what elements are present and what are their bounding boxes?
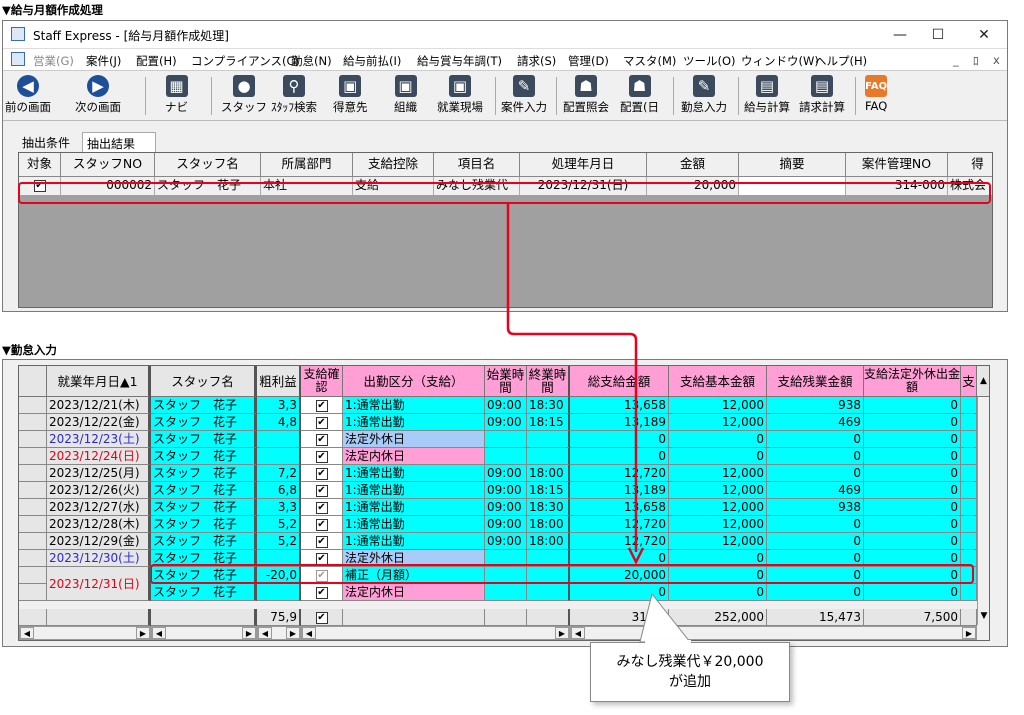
- callout-note: みなし残業代￥20,000 が追加: [590, 642, 790, 702]
- callout-line2: が追加: [669, 674, 711, 690]
- connector-arrow: [506, 204, 692, 643]
- callout-line1: みなし残業代￥20,000: [616, 654, 764, 670]
- callout-joint: [645, 640, 691, 643]
- cell-date: 2023/12/31(日): [47, 567, 151, 601]
